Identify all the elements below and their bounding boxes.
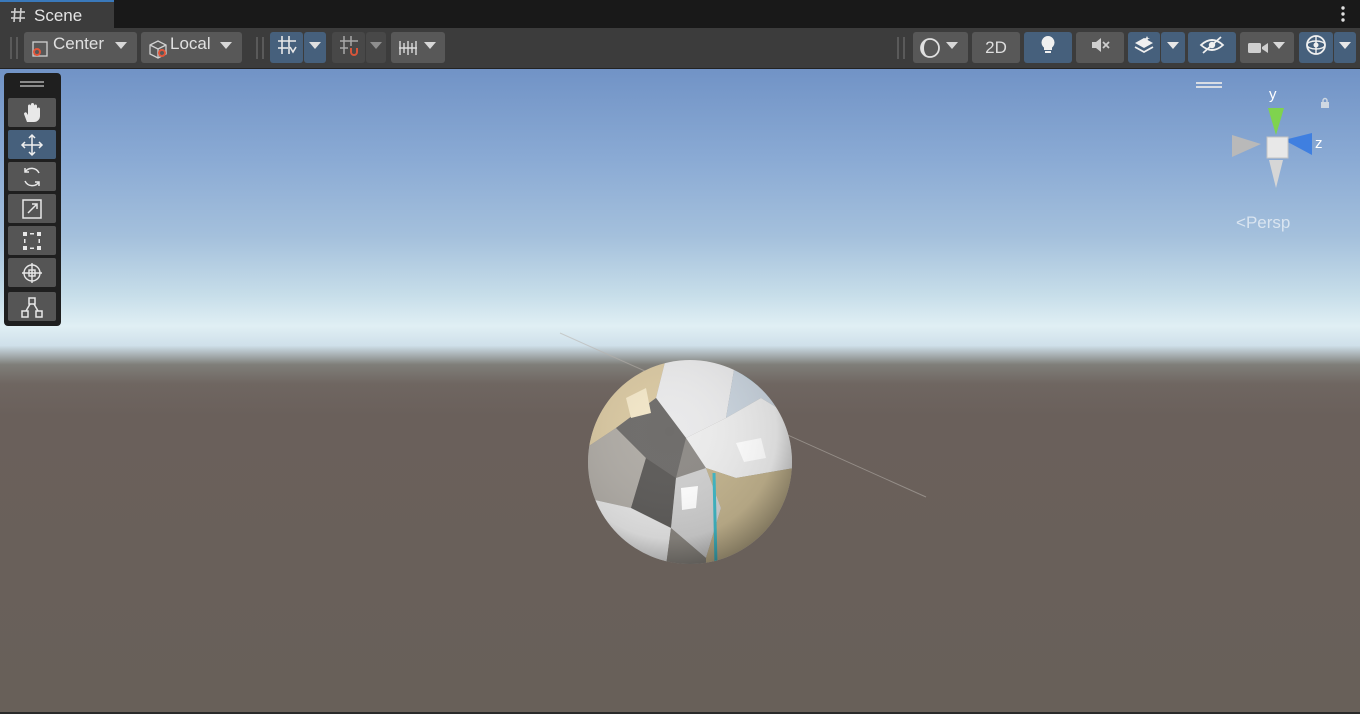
gizmo-drag-handle[interactable] — [1196, 82, 1222, 88]
camera-settings-dropdown[interactable] — [1240, 32, 1294, 63]
gizmo-axis-z-label: z — [1315, 135, 1323, 152]
toggle-2d-button[interactable]: 2D — [972, 32, 1020, 63]
pivot-rotation-label: Local — [170, 34, 211, 53]
toolbar-grip — [903, 37, 905, 59]
increment-snap-icon — [338, 34, 360, 61]
gizmo-y-neg-axis — [1269, 160, 1283, 188]
custom-tool-icon — [21, 297, 43, 318]
hand-tool-button[interactable] — [8, 98, 56, 127]
pivot-mode-label: Center — [53, 34, 105, 53]
toolbar-grip — [16, 37, 18, 59]
draw-mode-dropdown[interactable] — [913, 32, 968, 63]
audio-mute-icon — [1089, 35, 1111, 60]
lighting-toggle[interactable] — [1024, 32, 1072, 63]
move-arrows-icon — [20, 133, 44, 157]
effects-layers-icon — [1133, 34, 1155, 61]
gizmos-icon — [1304, 33, 1328, 62]
overlay-drag-handle[interactable] — [20, 81, 44, 87]
gizmo-center-cube — [1266, 136, 1289, 159]
gizmos-toggle[interactable] — [1299, 32, 1333, 63]
sphere-object[interactable] — [586, 358, 794, 566]
scene-grid-icon — [10, 6, 26, 29]
local-cube-icon — [147, 39, 169, 64]
transform-tool-button[interactable] — [8, 258, 56, 287]
custom-editor-tool-button[interactable] — [8, 292, 56, 321]
tab-bar: Scene — [0, 0, 1360, 28]
gizmo-x-neg-axis — [1232, 135, 1261, 157]
toolbar-grip — [262, 37, 264, 59]
tools-overlay — [4, 73, 61, 326]
audio-toggle[interactable] — [1076, 32, 1124, 63]
scene-tab-label: Scene — [34, 6, 83, 25]
gizmo-axis-y-label: y — [1269, 86, 1277, 103]
lock-icon[interactable] — [1319, 96, 1331, 114]
grid-visibility-dropdown[interactable] — [391, 32, 445, 63]
chevron-down-icon — [370, 42, 382, 49]
toolbar-grip — [897, 37, 899, 59]
more-vertical-icon[interactable] — [1338, 5, 1348, 23]
grid-snap-icon — [276, 34, 298, 61]
shading-mode-icon — [919, 37, 941, 64]
scene-viewport[interactable] — [0, 69, 1360, 712]
scale-icon — [22, 199, 42, 219]
scene-visibility-icon — [1199, 35, 1225, 60]
chevron-down-icon — [946, 42, 958, 49]
transform-icon — [22, 263, 42, 283]
hand-icon — [23, 103, 40, 122]
chevron-left-icon: < — [1236, 213, 1246, 232]
scene-toolbar: Center Local 2D — [0, 28, 1360, 69]
rotate-tool-button[interactable] — [8, 162, 56, 191]
rect-transform-icon — [23, 232, 41, 250]
chevron-down-icon — [1167, 42, 1179, 49]
toggle-2d-label: 2D — [985, 37, 1007, 57]
increment-snap-toggle[interactable] — [332, 32, 365, 63]
rect-tool-button[interactable] — [8, 226, 56, 255]
projection-label: Persp — [1245, 213, 1291, 232]
chevron-down-icon — [1273, 42, 1285, 49]
chevron-down-icon — [309, 42, 321, 49]
pivot-center-icon — [31, 40, 49, 63]
scene-visibility-toggle[interactable] — [1188, 32, 1236, 63]
scene-tab[interactable]: Scene — [0, 0, 114, 28]
gizmo-y-axis — [1268, 108, 1284, 135]
grid-ruler-icon — [397, 37, 419, 64]
grid-snapping-toggle[interactable] — [270, 32, 303, 63]
scale-tool-button[interactable] — [8, 194, 56, 223]
chevron-down-icon — [424, 42, 436, 49]
projection-toggle[interactable]: <Persp — [1236, 213, 1290, 233]
toolbar-grip — [256, 37, 258, 59]
orientation-gizmo[interactable]: y z — [1226, 80, 1336, 200]
lightbulb-icon — [1039, 34, 1057, 61]
chevron-down-icon — [115, 42, 127, 49]
rotate-icon — [24, 167, 40, 187]
chevron-down-icon — [1339, 42, 1351, 49]
move-tool-button[interactable] — [8, 130, 56, 159]
toolbar-grip[interactable] — [10, 37, 12, 59]
effects-toggle[interactable] — [1128, 32, 1160, 63]
chevron-down-icon — [220, 42, 232, 49]
camera-icon — [1247, 39, 1269, 62]
